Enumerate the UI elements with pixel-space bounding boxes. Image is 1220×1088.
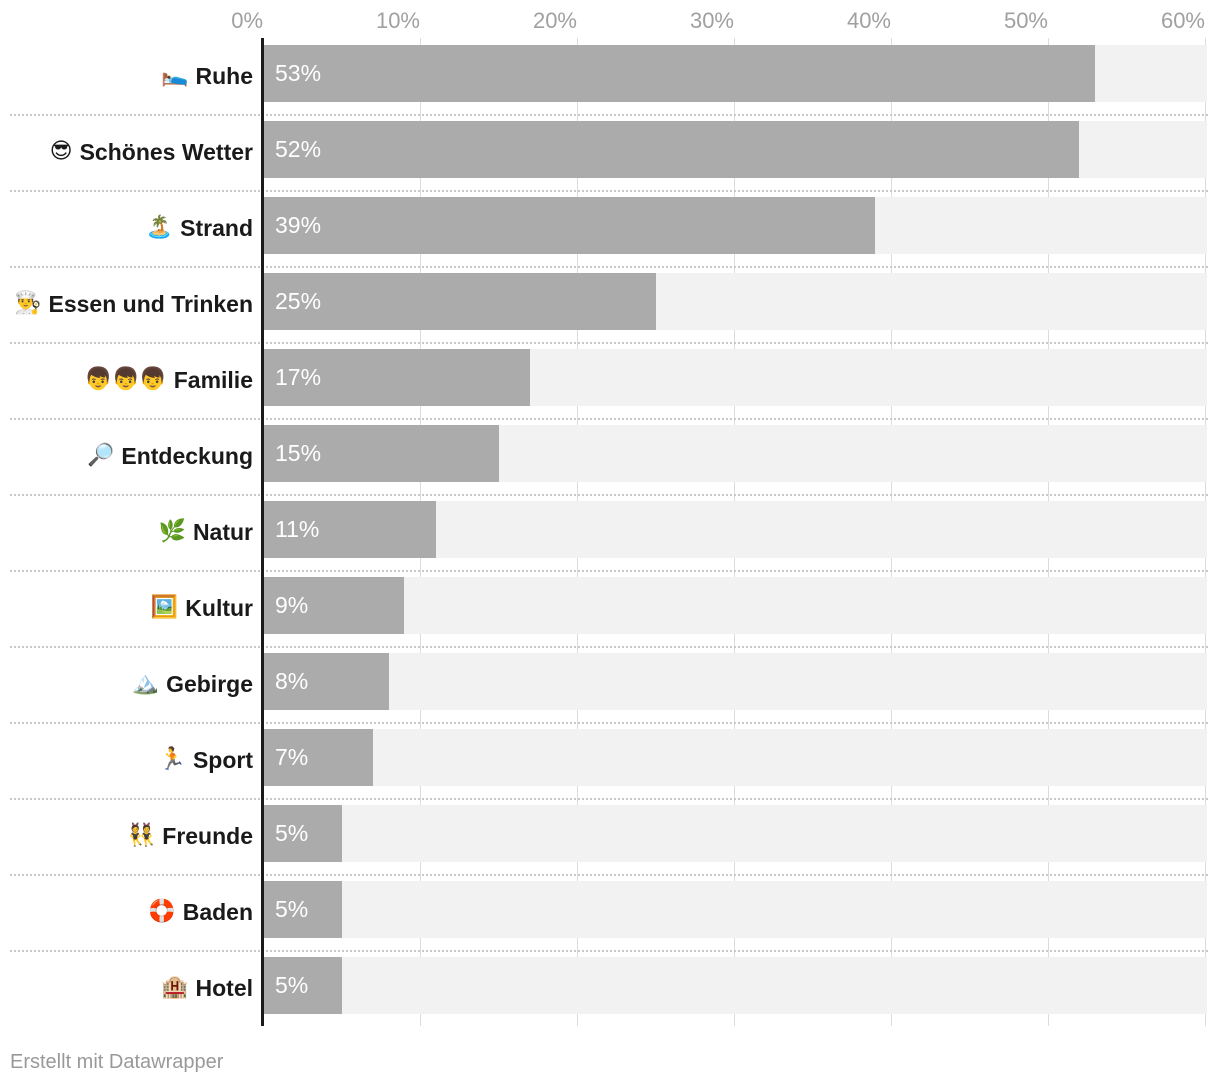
bar[interactable]: 9% bbox=[263, 577, 405, 634]
snow-capped-mountain-icon: 🏔️ bbox=[131, 671, 160, 696]
category-label: 🏨 Hotel bbox=[0, 950, 253, 1026]
x-axis-tick-0: 0% bbox=[231, 8, 263, 33]
category-label-text: Ruhe bbox=[195, 62, 254, 89]
x-axis-tick-40: 40% bbox=[846, 8, 891, 33]
category-label: 🏃 Sport bbox=[0, 722, 253, 798]
chart-row[interactable]: 🏝️ Strand 39% bbox=[0, 190, 1220, 266]
x-axis-tick-labels: 0% 10% 20% 30% 40% 50% 60% bbox=[0, 0, 1220, 38]
chart-rows: 🛌 Ruhe 53% 😎 Schönes Wetter 52% 🏝️ Strand 39% 👨‍🍳… bbox=[0, 38, 1220, 1026]
chart-row[interactable]: 🌿 Natur 11% bbox=[0, 494, 1220, 570]
bar-track bbox=[263, 577, 1207, 634]
desert-island-icon: 🏝️ bbox=[145, 215, 174, 240]
chart-row[interactable]: 👯 Freunde 5% bbox=[0, 798, 1220, 874]
bar-track bbox=[263, 653, 1207, 710]
category-label-text: Gebirge bbox=[166, 670, 253, 697]
bar-track bbox=[263, 881, 1207, 938]
bar-chart: 0% 10% 20% 30% 40% 50% 60% 🛌 Ruhe 53% 😎 Schönes We… bbox=[0, 0, 1220, 1088]
category-label: 😎 Schönes Wetter bbox=[0, 114, 253, 190]
category-label-text: Entdeckung bbox=[121, 442, 253, 469]
chart-credit: Erstellt mit Datawrapper bbox=[10, 1051, 224, 1073]
bar-track bbox=[263, 957, 1207, 1014]
category-label: 🛟 Baden bbox=[0, 874, 253, 950]
people-with-bunny-ears-icon: 👯 bbox=[127, 823, 156, 848]
ring-buoy-icon: 🛟 bbox=[148, 899, 176, 924]
bar[interactable]: 11% bbox=[263, 501, 436, 558]
category-label-text: Hotel bbox=[195, 974, 254, 1001]
category-label-text: Strand bbox=[180, 214, 253, 241]
category-label-text: Familie bbox=[173, 366, 253, 393]
x-axis-tick-30: 30% bbox=[689, 8, 734, 33]
smiling-face-with-sunglasses-icon: 😎 bbox=[49, 139, 73, 164]
framed-picture-icon: 🖼️ bbox=[150, 595, 179, 620]
chart-row[interactable]: 👨‍🍳 Essen und Trinken 25% bbox=[0, 266, 1220, 342]
category-label: 👨‍🍳 Essen und Trinken bbox=[0, 266, 253, 342]
bar[interactable]: 7% bbox=[263, 729, 373, 786]
category-label: 👯 Freunde bbox=[0, 798, 253, 874]
hotel-icon: 🏨 bbox=[161, 975, 189, 1000]
category-label-text: Schönes Wetter bbox=[79, 138, 253, 165]
category-label: 🏝️ Strand bbox=[0, 190, 253, 266]
category-label: 🔎 Entdeckung bbox=[0, 418, 253, 494]
category-label: 🏔️ Gebirge bbox=[0, 646, 253, 722]
chart-row[interactable]: 🏃 Sport 7% bbox=[0, 722, 1220, 798]
bar-value-label: 9% bbox=[275, 592, 309, 618]
bar[interactable]: 25% bbox=[263, 273, 656, 330]
bar[interactable]: 8% bbox=[263, 653, 389, 710]
category-label: 🌿 Natur bbox=[0, 494, 253, 570]
person-in-bed-icon: 🛌 bbox=[161, 63, 189, 88]
bar-track bbox=[263, 729, 1207, 786]
bar-value-label: 5% bbox=[275, 972, 309, 998]
bar[interactable]: 5% bbox=[263, 881, 342, 938]
family-people-icon: 👦👦👦 bbox=[84, 367, 167, 392]
bar-value-label: 15% bbox=[275, 440, 322, 466]
chart-row[interactable]: 👦👦👦 Familie 17% bbox=[0, 342, 1220, 418]
bar-value-label: 5% bbox=[275, 820, 309, 846]
bar-value-label: 53% bbox=[275, 60, 322, 86]
bar-value-label: 39% bbox=[275, 212, 322, 238]
chart-row[interactable]: 🖼️ Kultur 9% bbox=[0, 570, 1220, 646]
bar-value-label: 52% bbox=[275, 136, 322, 162]
bar[interactable]: 17% bbox=[263, 349, 530, 406]
cook-icon: 👨‍🍳 bbox=[14, 291, 42, 316]
bar-value-label: 25% bbox=[275, 288, 322, 314]
magnifying-glass-icon: 🔎 bbox=[86, 443, 115, 468]
category-label-text: Sport bbox=[192, 746, 253, 773]
bar[interactable]: 52% bbox=[263, 121, 1080, 178]
bar[interactable]: 53% bbox=[263, 45, 1096, 102]
bar-value-label: 7% bbox=[275, 744, 309, 770]
herb-leaf-icon: 🌿 bbox=[158, 519, 186, 544]
category-label: 👦👦👦 Familie bbox=[0, 342, 253, 418]
bar-value-label: 17% bbox=[275, 364, 322, 390]
category-label: 🖼️ Kultur bbox=[0, 570, 253, 646]
category-label: 🛌 Ruhe bbox=[0, 38, 253, 114]
x-axis-tick-50: 50% bbox=[1003, 8, 1048, 33]
category-label-text: Baden bbox=[182, 898, 253, 925]
bar[interactable]: 5% bbox=[263, 957, 342, 1014]
x-axis-tick-10: 10% bbox=[375, 8, 420, 33]
x-axis-tick-20: 20% bbox=[532, 8, 577, 33]
chart-row[interactable]: 🛟 Baden 5% bbox=[0, 874, 1220, 950]
chart-row[interactable]: 🔎 Entdeckung 15% bbox=[0, 418, 1220, 494]
runner-icon: 🏃 bbox=[158, 747, 186, 772]
bar-track bbox=[263, 805, 1207, 862]
x-axis-tick-60: 60% bbox=[1160, 8, 1205, 33]
chart-row[interactable]: 😎 Schönes Wetter 52% bbox=[0, 114, 1220, 190]
bar-value-label: 5% bbox=[275, 896, 309, 922]
bar[interactable]: 5% bbox=[263, 805, 342, 862]
chart-row[interactable]: 🏔️ Gebirge 8% bbox=[0, 646, 1220, 722]
category-label-text: Kultur bbox=[185, 594, 253, 621]
category-label-text: Freunde bbox=[162, 822, 253, 849]
category-label-text: Essen und Trinken bbox=[48, 290, 254, 317]
chart-row[interactable]: 🛌 Ruhe 53% bbox=[0, 38, 1220, 114]
bar[interactable]: 15% bbox=[263, 425, 499, 482]
category-label-text: Natur bbox=[192, 518, 253, 545]
chart-row[interactable]: 🏨 Hotel 5% bbox=[0, 950, 1220, 1026]
bar[interactable]: 39% bbox=[263, 197, 876, 254]
bar-value-label: 8% bbox=[275, 668, 309, 694]
bar-value-label: 11% bbox=[275, 516, 320, 542]
